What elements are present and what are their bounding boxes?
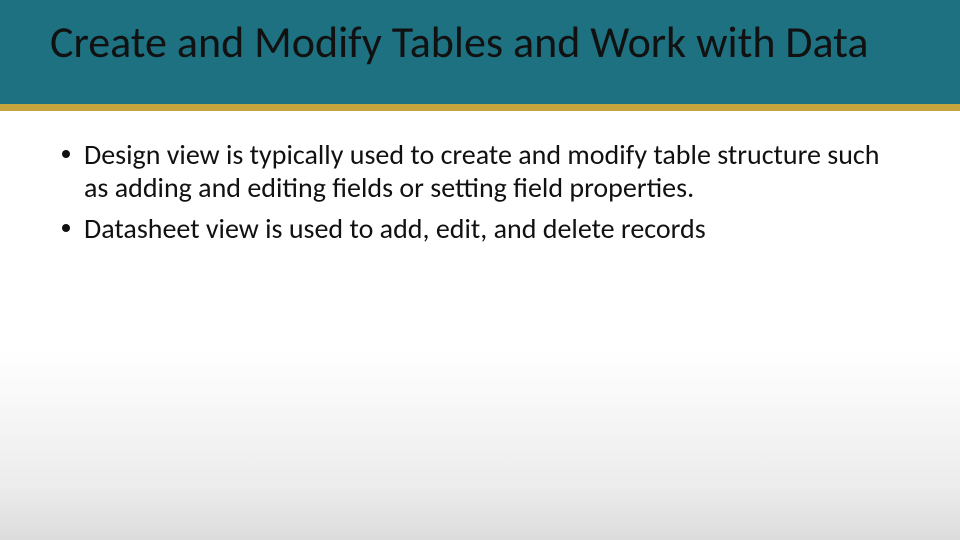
bullet-text: Datasheet view is used to add, edit, and… — [84, 211, 706, 246]
slide: Create and Modify Tables and Work with D… — [0, 0, 960, 540]
bullet-item: Datasheet view is used to add, edit, and… — [60, 212, 910, 245]
accent-line — [0, 104, 960, 111]
bullet-icon — [62, 150, 70, 158]
bullet-item: Design view is typically used to create … — [60, 138, 910, 204]
slide-body: Design view is typically used to create … — [60, 138, 910, 253]
bullet-icon — [62, 224, 70, 232]
slide-title: Create and Modify Tables and Work with D… — [50, 18, 920, 66]
bullet-text: Design view is typically used to create … — [84, 137, 879, 205]
